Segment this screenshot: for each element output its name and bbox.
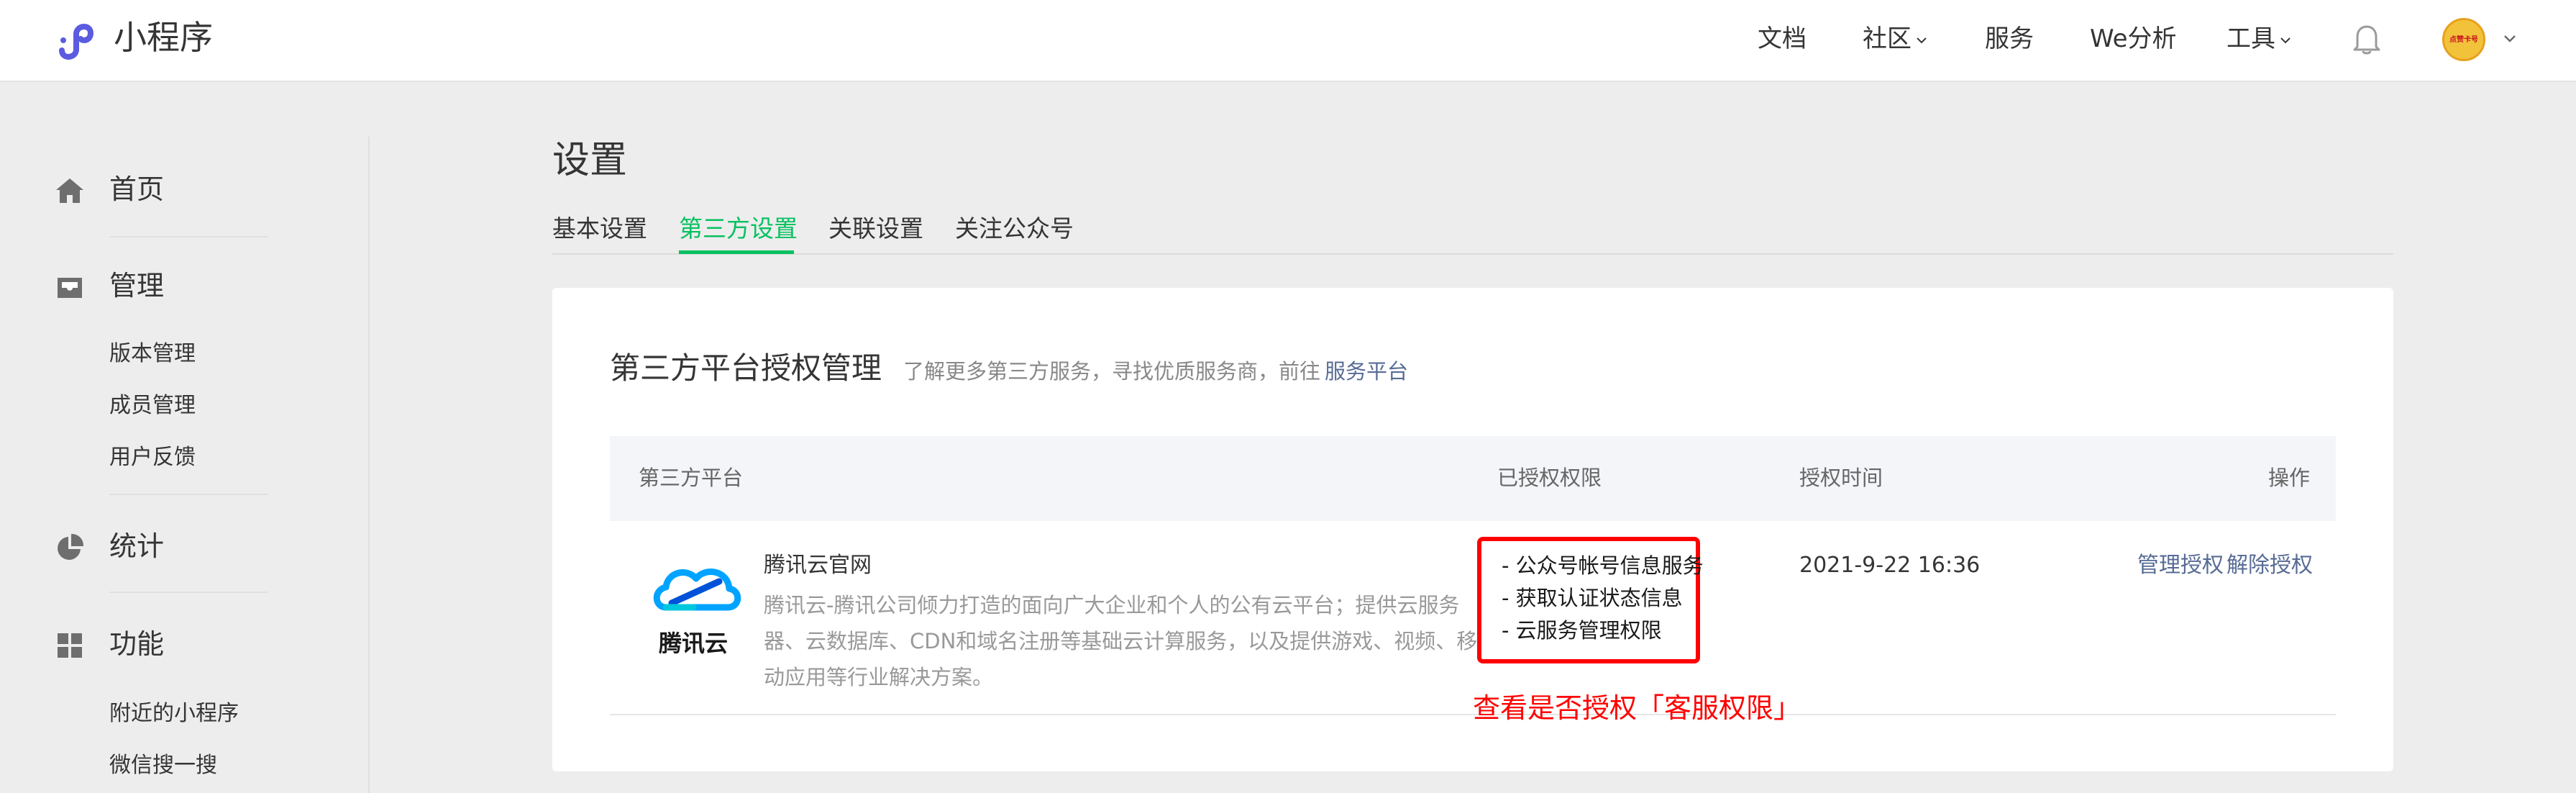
platform-name: 腾讯云官网 — [764, 553, 872, 578]
annotation-text: 查看是否授权「客服权限」 — [1473, 692, 1801, 724]
sidebar-label-features: 功能 — [109, 628, 165, 660]
nav-community[interactable]: 社区 — [1863, 20, 1929, 58]
nav-community-label: 社区 — [1863, 24, 1912, 53]
sidebar-divider — [109, 592, 268, 593]
sidebar-item-wechat-search[interactable]: 微信搜一搜 — [109, 751, 217, 780]
settings-tabs: 基本设置 第三方设置 关联设置 关注公众号 — [552, 209, 2393, 255]
sidebar-label-home: 首页 — [109, 173, 165, 205]
tencent-cloud-logo-icon — [653, 568, 741, 611]
column-header-platform: 第三方平台 — [639, 466, 744, 490]
auth-time: 2021-9-22 16:36 — [1799, 553, 1981, 578]
permission-item: - 获取认证状态信息 — [1502, 586, 1683, 610]
sidebar-divider — [109, 236, 268, 237]
column-header-permissions: 已授权权限 — [1497, 466, 1602, 490]
sidebar-border — [368, 137, 370, 793]
permission-item: - 公众号帐号信息服务 — [1502, 553, 1704, 578]
sidebar-label-statistics: 统计 — [109, 530, 165, 562]
sidebar-label-manage: 管理 — [109, 270, 165, 302]
permission-item: - 云服务管理权限 — [1502, 618, 1662, 643]
pie-chart-icon — [58, 533, 84, 560]
service-platform-link[interactable]: 服务平台 — [1325, 359, 1408, 384]
inbox-icon — [58, 278, 82, 298]
section-title: 第三方平台授权管理 — [610, 350, 882, 386]
column-header-auth-time: 授权时间 — [1799, 466, 1883, 490]
tab-third-party-settings[interactable]: 第三方设置 — [679, 209, 798, 249]
tab-follow-official-account[interactable]: 关注公众号 — [955, 209, 1074, 249]
top-navbar: 小程序 文档 社区 服务 We分析 工具 点赞卡号 — [0, 0, 2576, 82]
manage-authorization-link[interactable]: 管理授权 — [2137, 550, 2224, 581]
chevron-down-icon — [2280, 37, 2290, 43]
home-icon — [56, 178, 83, 203]
nav-we-analytics[interactable]: We分析 — [2090, 20, 2177, 58]
revoke-authorization-link[interactable]: 解除授权 — [2226, 550, 2313, 581]
sidebar-item-user-feedback[interactable]: 用户反馈 — [109, 443, 196, 472]
section-description: 了解更多第三方服务，寻找优质服务商，前往 服务平台 — [903, 357, 1408, 386]
active-tab-indicator — [679, 250, 794, 254]
nav-docs[interactable]: 文档 — [1758, 20, 1807, 58]
brand-name[interactable]: 小程序 — [114, 16, 213, 59]
tab-associated-settings[interactable]: 关联设置 — [828, 209, 923, 249]
sidebar-item-version-manage[interactable]: 版本管理 — [109, 340, 196, 368]
nav-services[interactable]: 服务 — [1985, 20, 2034, 58]
account-chevron-down-icon[interactable] — [2501, 32, 2518, 46]
avatar[interactable]: 点赞卡号 — [2442, 18, 2485, 61]
section-description-text: 了解更多第三方服务，寻找优质服务商，前往 — [903, 359, 1321, 384]
grid-icon — [58, 633, 82, 658]
avatar-text: 点赞卡号 — [2449, 36, 2478, 44]
sidebar-item-member-manage[interactable]: 成员管理 — [109, 391, 196, 420]
nav-tools[interactable]: 工具 — [2226, 20, 2293, 58]
sidebar-item-nearby-mini-programs[interactable]: 附近的小程序 — [109, 699, 239, 728]
sidebar-divider — [109, 494, 268, 495]
tencent-cloud-logo-text: 腾讯云 — [659, 630, 729, 657]
column-header-actions: 操作 — [2268, 466, 2311, 490]
mini-program-logo-icon[interactable] — [56, 17, 102, 60]
nav-tools-label: 工具 — [2226, 24, 2275, 53]
sidebar: 首页 管理 版本管理 成员管理 用户反馈 统计 功能 附近的小程序 微信搜一搜 — [0, 83, 368, 793]
bell-icon[interactable] — [2352, 22, 2382, 55]
chevron-down-icon — [1917, 37, 1927, 43]
page-title: 设置 — [552, 139, 628, 182]
tab-basic-settings[interactable]: 基本设置 — [552, 209, 647, 249]
platform-description: 腾讯云-腾讯公司倾力打造的面向广大企业和个人的公有云平台；提供云服务器、云数据库… — [764, 593, 1478, 689]
table-header: 第三方平台 已授权权限 授权时间 操作 — [610, 436, 2336, 521]
